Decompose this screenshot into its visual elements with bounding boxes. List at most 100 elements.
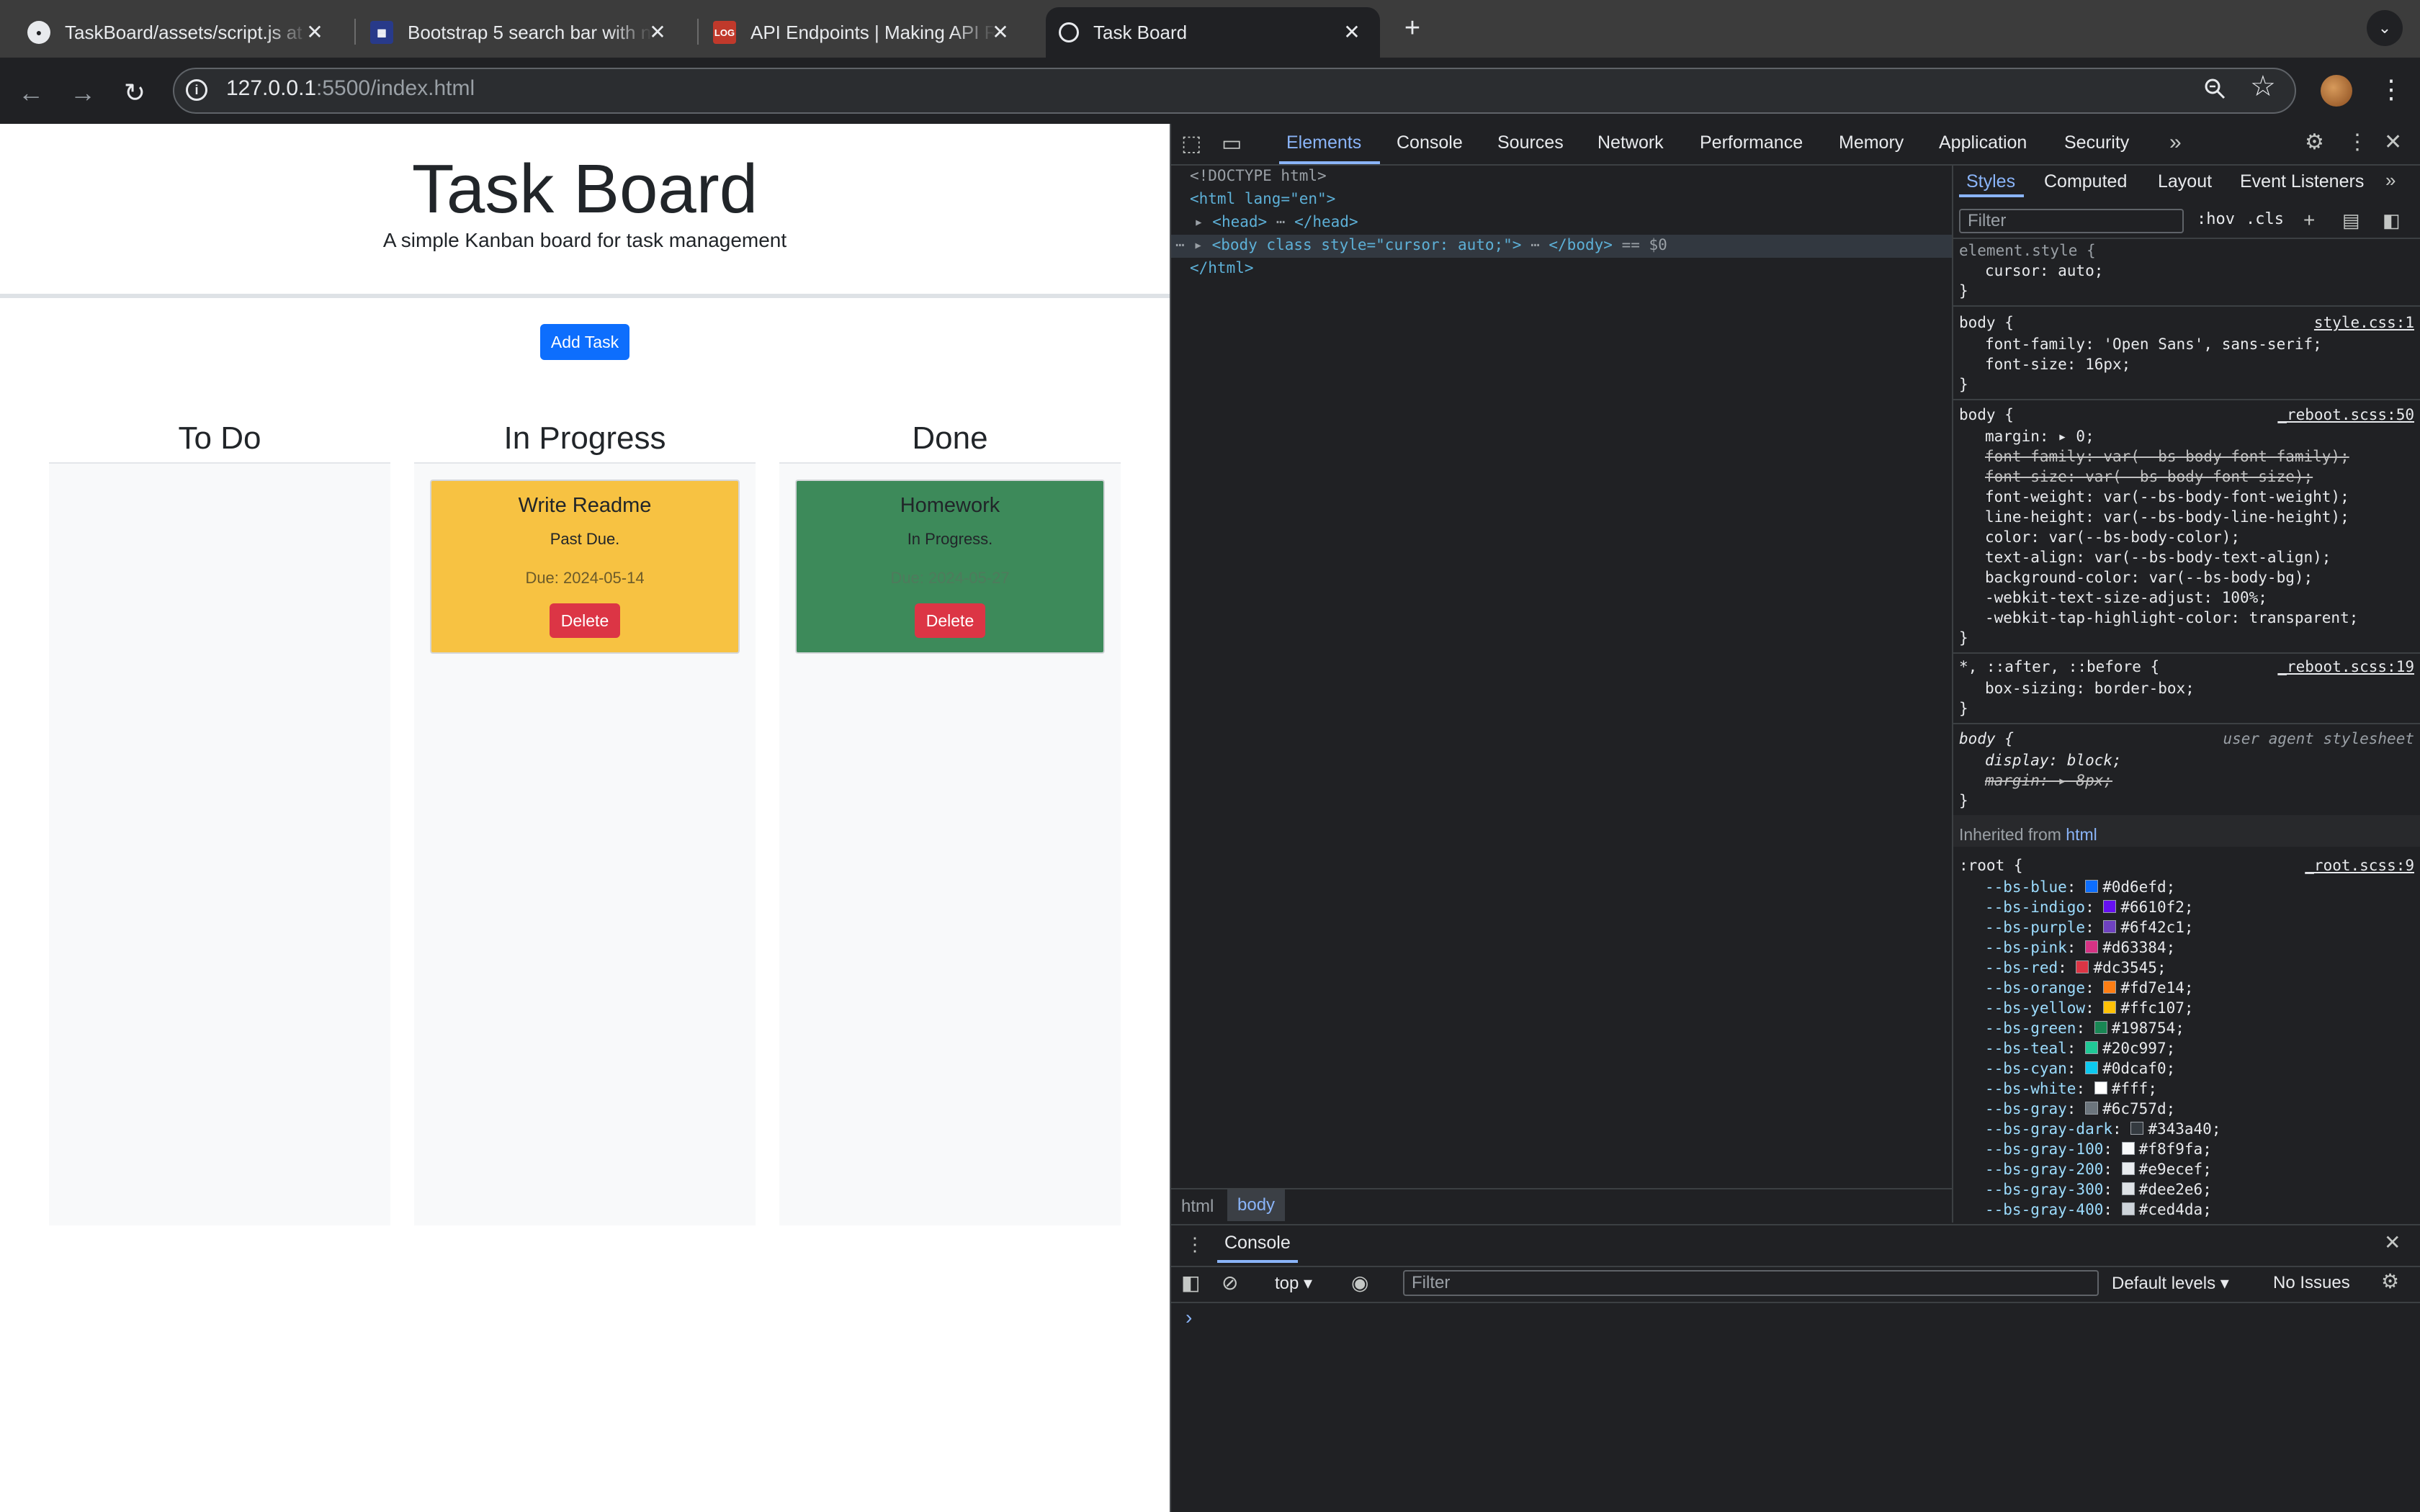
tab-search-icon[interactable]: ⌄ (2367, 10, 2403, 46)
computed-tab[interactable]: Computed (2044, 171, 2127, 192)
task-card[interactable]: Homework In Progress. Due: 2024-05-27 De… (795, 480, 1105, 654)
new-tab-button[interactable]: + (1394, 13, 1430, 43)
color-swatch[interactable] (2085, 1041, 2099, 1054)
zoom-icon[interactable] (2204, 78, 2226, 99)
devtools-tab-sources[interactable]: Sources (1497, 132, 1564, 153)
color-swatch[interactable] (2094, 1021, 2107, 1034)
color-swatch[interactable] (2103, 900, 2117, 913)
css-variable[interactable]: --bs-pink: #d63384; (1985, 939, 2175, 956)
devtools-tab-application[interactable]: Application (1939, 132, 2027, 153)
css-declaration[interactable]: -webkit-text-size-adjust: 100%; (1985, 589, 2267, 606)
css-variable[interactable]: --bs-white: #fff; (1985, 1080, 2157, 1097)
devtools-menu-icon[interactable]: ⋮ (2347, 131, 2368, 154)
color-swatch[interactable] (2103, 981, 2117, 994)
css-declaration-overridden[interactable]: font-family: var(--bs-body-font-family); (1985, 448, 2349, 465)
paint-brush-icon[interactable]: ▤ (2342, 209, 2360, 232)
devtools-tab-security[interactable]: Security (2064, 132, 2129, 153)
color-swatch[interactable] (2103, 920, 2117, 933)
close-devtools-icon[interactable]: ✕ (2384, 131, 2402, 154)
color-swatch[interactable] (2121, 1182, 2135, 1195)
color-swatch[interactable] (2076, 960, 2089, 973)
color-swatch[interactable] (2130, 1122, 2144, 1135)
console-sidebar-icon[interactable]: ◧ (1181, 1272, 1200, 1295)
more-tabs-icon[interactable]: » (2169, 131, 2182, 154)
clear-console-icon[interactable]: ⊘ (1222, 1272, 1238, 1295)
eye-icon[interactable]: ◉ (1351, 1272, 1368, 1295)
css-declaration-overridden[interactable]: font-size: var(--bs-body-font-size); (1985, 468, 2313, 485)
console-drawer-tab[interactable]: Console (1224, 1233, 1291, 1254)
device-toolbar-icon[interactable]: ▭ (1222, 132, 1242, 156)
breadcrumb-body[interactable]: body (1227, 1189, 1286, 1221)
css-variable[interactable]: --bs-gray-dark: #343a40; (1985, 1120, 2220, 1138)
css-variable[interactable]: --bs-cyan: #0dcaf0; (1985, 1060, 2175, 1077)
css-variable[interactable]: --bs-blue: #0d6efd; (1985, 878, 2175, 896)
toggle-sidebar-icon[interactable]: ◧ (2383, 209, 2401, 232)
css-declaration[interactable]: margin: ▸ 0; (1985, 428, 2094, 445)
css-declaration[interactable]: cursor: auto; (1985, 262, 2103, 279)
lane-todo[interactable]: To Do (49, 409, 390, 1225)
profile-avatar[interactable] (2321, 75, 2352, 107)
browser-tab-active[interactable]: Task Board ✕ (1046, 7, 1380, 58)
bookmark-star-icon[interactable]: ☆ (2250, 72, 2276, 101)
color-swatch[interactable] (2121, 1162, 2135, 1175)
dom-html-node[interactable]: <html lang="en"> (1190, 190, 1335, 207)
console-prompt[interactable]: › (1186, 1306, 1192, 1329)
hov-toggle[interactable]: :hov (2197, 210, 2235, 228)
delete-task-button[interactable]: Delete (550, 603, 620, 638)
css-declaration[interactable]: color: var(--bs-body-color); (1985, 528, 2240, 546)
css-variable[interactable]: --bs-teal: #20c997; (1985, 1040, 2175, 1057)
css-declaration[interactable]: background-color: var(--bs-body-bg); (1985, 569, 2313, 586)
css-variable[interactable]: --bs-orange: #fd7e14; (1985, 979, 2194, 996)
lane-in-progress[interactable]: In Progress Write Readme Past Due. Due: … (414, 409, 756, 1225)
address-bar[interactable] (173, 68, 2296, 114)
color-swatch[interactable] (2103, 1001, 2117, 1014)
devtools-tab-performance[interactable]: Performance (1700, 132, 1803, 153)
css-source-link[interactable]: _reboot.scss:19 (2277, 658, 2414, 675)
breadcrumb-html[interactable]: html (1181, 1197, 1214, 1217)
pane-divider[interactable] (1952, 166, 1953, 1223)
css-variable[interactable]: --bs-gray: #6c757d; (1985, 1100, 2175, 1117)
add-style-rule-icon[interactable]: + (2303, 209, 2315, 232)
color-swatch[interactable] (2121, 1202, 2135, 1215)
more-style-tabs-icon[interactable]: » (2385, 168, 2396, 192)
css-variable[interactable]: --bs-gray-300: #dee2e6; (1985, 1181, 2212, 1198)
browser-tab-2[interactable]: ▦ Bootstrap 5 search bar with n ✕ (343, 7, 686, 58)
browser-menu-icon[interactable]: ⋮ (2378, 72, 2404, 107)
css-declaration[interactable]: box-sizing: border-box; (1985, 680, 2195, 697)
css-declaration[interactable]: text-align: var(--bs-body-text-align); (1985, 549, 2331, 566)
close-tab-icon[interactable]: ✕ (304, 22, 326, 43)
color-swatch[interactable] (2085, 1102, 2099, 1115)
styles-tab[interactable]: Styles (1966, 171, 2015, 192)
inspect-element-icon[interactable]: ⬚ (1181, 132, 1201, 156)
browser-tab-1[interactable]: ● TaskBoard/assets/script.js at ✕ (0, 7, 343, 58)
add-task-button[interactable]: Add Task (540, 324, 629, 360)
log-levels-select[interactable]: Default levels ▾ (2112, 1273, 2229, 1294)
css-declaration[interactable]: font-weight: var(--bs-body-font-weight); (1985, 488, 2349, 505)
css-source-link[interactable]: style.css:1 (2314, 314, 2414, 331)
dom-body-node[interactable]: ⋯ ▸ <body class style="cursor: auto;"> ⋯… (1175, 236, 1667, 253)
color-swatch[interactable] (2121, 1142, 2135, 1155)
css-variable[interactable]: --bs-green: #198754; (1985, 1020, 2184, 1037)
css-variable[interactable]: --bs-gray-200: #e9ecef; (1985, 1161, 2212, 1178)
devtools-tab-elements[interactable]: Elements (1286, 132, 1361, 153)
devtools-tab-memory[interactable]: Memory (1839, 132, 1904, 153)
reload-icon[interactable]: ↻ (117, 75, 153, 111)
styles-filter-input[interactable]: Filter (1959, 209, 2184, 233)
color-swatch[interactable] (2085, 880, 2099, 893)
css-variable[interactable]: --bs-indigo: #6610f2; (1985, 899, 2194, 916)
console-filter-input[interactable]: Filter (1403, 1270, 2099, 1296)
css-variable[interactable]: --bs-purple: #6f42c1; (1985, 919, 2194, 936)
css-declaration[interactable]: font-size: 16px; (1985, 356, 2130, 373)
css-variable[interactable]: --bs-yellow: #ffc107; (1985, 999, 2194, 1017)
css-variable[interactable]: --bs-gray-400: #ced4da; (1985, 1201, 2212, 1218)
drawer-menu-icon[interactable]: ⋮ (1186, 1233, 1204, 1256)
css-declaration[interactable]: font-family: 'Open Sans', sans-serif; (1985, 336, 2322, 353)
close-tab-icon[interactable]: ✕ (990, 22, 1011, 43)
close-tab-icon[interactable]: ✕ (647, 22, 668, 43)
console-settings-icon[interactable]: ⚙ (2381, 1270, 2399, 1293)
css-variable[interactable]: --bs-gray-100: #f8f9fa; (1985, 1140, 2212, 1158)
settings-gear-icon[interactable]: ⚙ (2305, 131, 2324, 154)
browser-tab-3[interactable]: LOG API Endpoints | Making API R ✕ (686, 7, 1028, 58)
context-select[interactable]: top ▾ (1275, 1273, 1312, 1294)
devtools-tab-console[interactable]: Console (1397, 132, 1463, 153)
